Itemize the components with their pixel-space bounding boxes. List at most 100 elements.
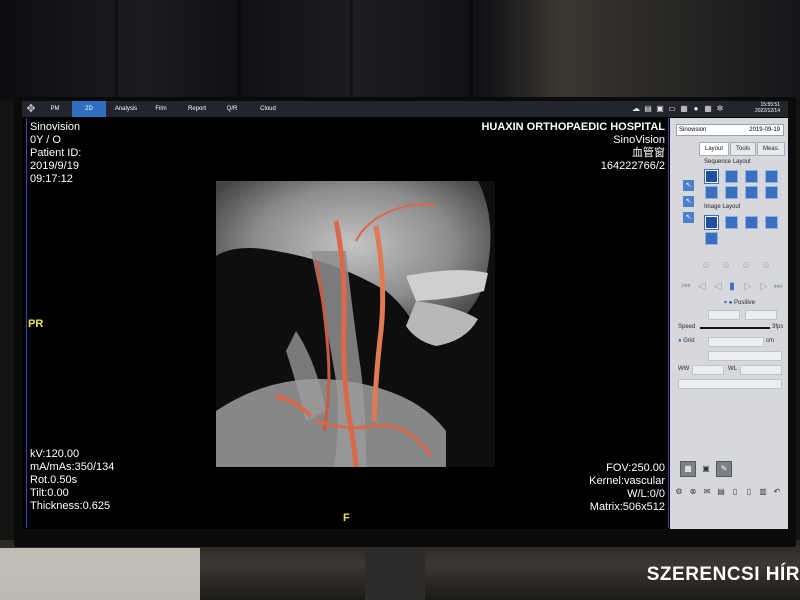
last-frame-icon[interactable]: ⏭ — [772, 281, 784, 293]
disk-icon[interactable]: ▣ — [656, 105, 664, 113]
grid-size-field[interactable] — [708, 337, 764, 347]
range-field[interactable] — [708, 310, 740, 320]
curtain-fold — [470, 0, 473, 100]
folder-icon[interactable]: ▭ — [668, 105, 676, 113]
printer-icon[interactable]: ▤ — [644, 105, 652, 113]
select-tool-button[interactable]: ↖ — [683, 196, 694, 207]
image-layout-4x4-button[interactable] — [765, 216, 778, 229]
cloud-icon[interactable]: ☁ — [632, 105, 640, 113]
chevron-down-icon: ▾ — [724, 300, 728, 306]
sequence-layout-1x1-button[interactable] — [704, 169, 719, 184]
clock-date: 2022/12/14 — [754, 108, 780, 114]
top-menu-bar: ✥ PM 2D Analysis Film Report Q/R Cloud ☁… — [22, 101, 788, 117]
matrix-value: Matrix:506x512 — [589, 501, 665, 513]
tab-2d[interactable]: 2D — [72, 101, 106, 117]
patient-id: Patient ID: — [30, 147, 82, 159]
background-curtain — [0, 0, 800, 100]
film-icon[interactable]: ▣ — [698, 461, 714, 477]
volume-rendering-image[interactable] — [216, 181, 495, 467]
sequence-layout-1x3-button[interactable] — [745, 170, 758, 183]
screen: ✥ PM 2D Analysis Film Report Q/R Cloud ☁… — [22, 101, 788, 529]
tab-analysis[interactable]: Analysis — [108, 101, 144, 117]
speed-slider[interactable] — [700, 327, 770, 329]
orientation-bottom: F — [343, 512, 350, 524]
delete-icon[interactable]: ▥ — [758, 487, 768, 497]
copy-icon[interactable]: ▯ — [744, 487, 754, 497]
series-image-number: 164222766/2 — [600, 160, 665, 172]
series-header[interactable]: Sinovision 2019-09-19 — [676, 124, 784, 136]
tab-qr[interactable]: Q/R — [218, 101, 246, 117]
tab-meas[interactable]: Meas. — [757, 142, 786, 156]
tab-tools[interactable]: Tools — [730, 142, 757, 156]
sequence-layout-4x4-button[interactable] — [765, 186, 778, 199]
positive-toggle[interactable]: ▾ ● Positive — [724, 299, 755, 306]
tab-film[interactable]: Film — [146, 101, 176, 117]
mail-icon[interactable]: ✉ — [702, 487, 712, 497]
window-preset-select[interactable] — [678, 379, 782, 389]
grid-checkbox[interactable]: ● Grid — [678, 338, 695, 344]
pointer-tool-button[interactable]: ↖ — [683, 180, 694, 191]
range-field[interactable] — [745, 310, 777, 320]
menu-icon-group: ☁ ▤ ▣ ▭ ▦ ● ▦ ✲ — [632, 103, 724, 115]
user-icon[interactable]: ☺ — [760, 260, 772, 272]
speed-label: Speed — [678, 324, 696, 330]
hospital-name: HUAXIN ORTHOPAEDIC HOSPITAL — [481, 121, 665, 133]
edit-pencil-button[interactable]: ✎ — [716, 461, 732, 477]
speed-value: 3fps — [772, 324, 784, 330]
play-backward-icon[interactable]: ◁ — [712, 281, 724, 293]
layout-grid-button[interactable]: ▦ — [680, 461, 696, 477]
study-date: 2019/9/19 — [30, 160, 79, 172]
sequence-layout-3x3-button[interactable] — [745, 186, 758, 199]
wl-label: WL — [728, 366, 737, 372]
sequence-layout-2x3-button[interactable] — [725, 186, 738, 199]
export-icon[interactable]: ▦ — [680, 105, 688, 113]
gear-icon[interactable]: ✲ — [716, 105, 724, 113]
image-layout-custom-button[interactable] — [705, 232, 718, 245]
grid-unit: cm — [766, 338, 774, 344]
window-level-value: W/L:0/0 — [627, 488, 665, 500]
save-icon[interactable]: ▤ — [716, 487, 726, 497]
image-layout-1x1-button[interactable] — [704, 215, 719, 230]
next-frame-icon[interactable]: ▷ — [758, 281, 770, 293]
tab-cloud[interactable]: Cloud — [252, 101, 284, 117]
tilt-value: Tilt:0.00 — [30, 487, 69, 499]
image-layout-2x2-button[interactable] — [725, 216, 738, 229]
settings-icon[interactable]: ⚙ — [674, 487, 684, 497]
rotation-value: Rot.0.50s — [30, 474, 78, 486]
grid-style-select[interactable] — [708, 351, 782, 361]
pause-icon[interactable]: ▮ — [726, 281, 738, 293]
series-header-name: Sinovision — [679, 127, 707, 133]
user-icon[interactable]: ☺ — [740, 260, 752, 272]
tab-pm[interactable]: PM — [40, 101, 70, 117]
undo-icon[interactable]: ↶ — [772, 487, 782, 497]
thickness-value: Thickness:0.625 — [30, 500, 111, 512]
sequence-layout-label: Sequence Layout — [704, 159, 751, 165]
overlay-top-left: Sinovision 0Y / O Patient ID: 2019/9/19 … — [30, 121, 81, 186]
sequence-layout-2x2-button[interactable] — [765, 170, 778, 183]
sequence-layout-2x1-button[interactable] — [705, 186, 718, 199]
app-logo-icon[interactable]: ✥ — [25, 103, 37, 115]
series-header-date: 2019-09-19 — [749, 127, 780, 133]
first-frame-icon[interactable]: ⏮ — [680, 281, 692, 293]
sequence-layout-1x2-button[interactable] — [725, 170, 738, 183]
document-icon[interactable]: ▯ — [730, 487, 740, 497]
clock: 15:55:51 2022/12/14 — [755, 102, 780, 114]
image-layout-3x3-button[interactable] — [745, 216, 758, 229]
patient-age-sex: 0Y / O — [30, 134, 61, 146]
previous-frame-icon[interactable]: ◁ — [696, 281, 708, 293]
tab-report[interactable]: Report — [180, 101, 214, 117]
grid-icon[interactable]: ▦ — [704, 105, 712, 113]
ww-label: WW — [678, 366, 690, 372]
wl-field[interactable] — [740, 365, 782, 375]
close-icon[interactable]: ⊗ — [688, 487, 698, 497]
play-forward-icon[interactable]: ▷ — [742, 281, 754, 293]
positive-label: Positive — [733, 300, 755, 306]
tab-layout[interactable]: Layout — [699, 142, 730, 156]
image-viewport[interactable]: Sinovision 0Y / O Patient ID: 2019/9/19 … — [26, 118, 669, 528]
user-icon[interactable]: ☺ — [700, 260, 712, 272]
user-icon[interactable]: ☺ — [720, 260, 732, 272]
circle-icon[interactable]: ● — [692, 105, 700, 113]
ww-field[interactable] — [692, 365, 724, 375]
arrow-tool-button[interactable]: ↖ — [683, 212, 694, 223]
watermark-text: SZERENCSI HÍR — [646, 564, 800, 585]
